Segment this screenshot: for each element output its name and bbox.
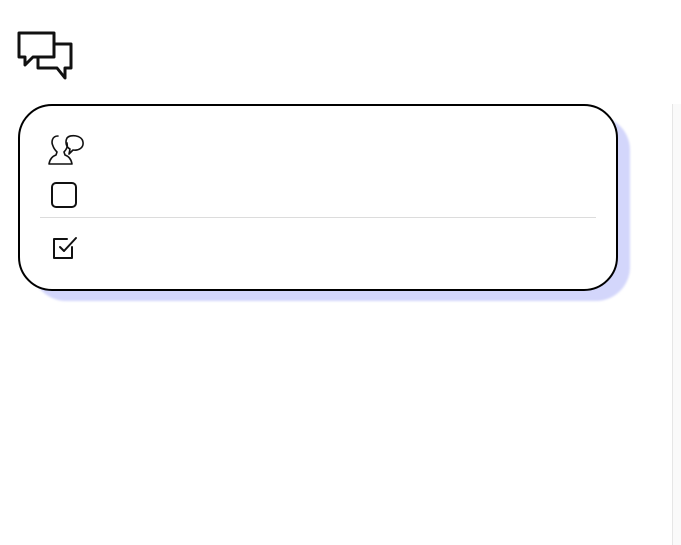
right-edge-rule [672, 104, 681, 545]
divider [40, 217, 596, 218]
panel-card [18, 104, 618, 291]
app-root [0, 0, 681, 545]
chat-bubbles-icon[interactable] [16, 30, 74, 84]
list-item-checked[interactable] [48, 234, 89, 267]
list-item-unchecked[interactable] [48, 182, 87, 208]
checkbox-checked-icon[interactable] [51, 234, 79, 267]
user-speaking-icon [48, 134, 86, 171]
list-item-speaker[interactable] [48, 134, 96, 171]
options-panel [18, 104, 630, 301]
checkbox-empty-icon[interactable] [51, 182, 77, 208]
